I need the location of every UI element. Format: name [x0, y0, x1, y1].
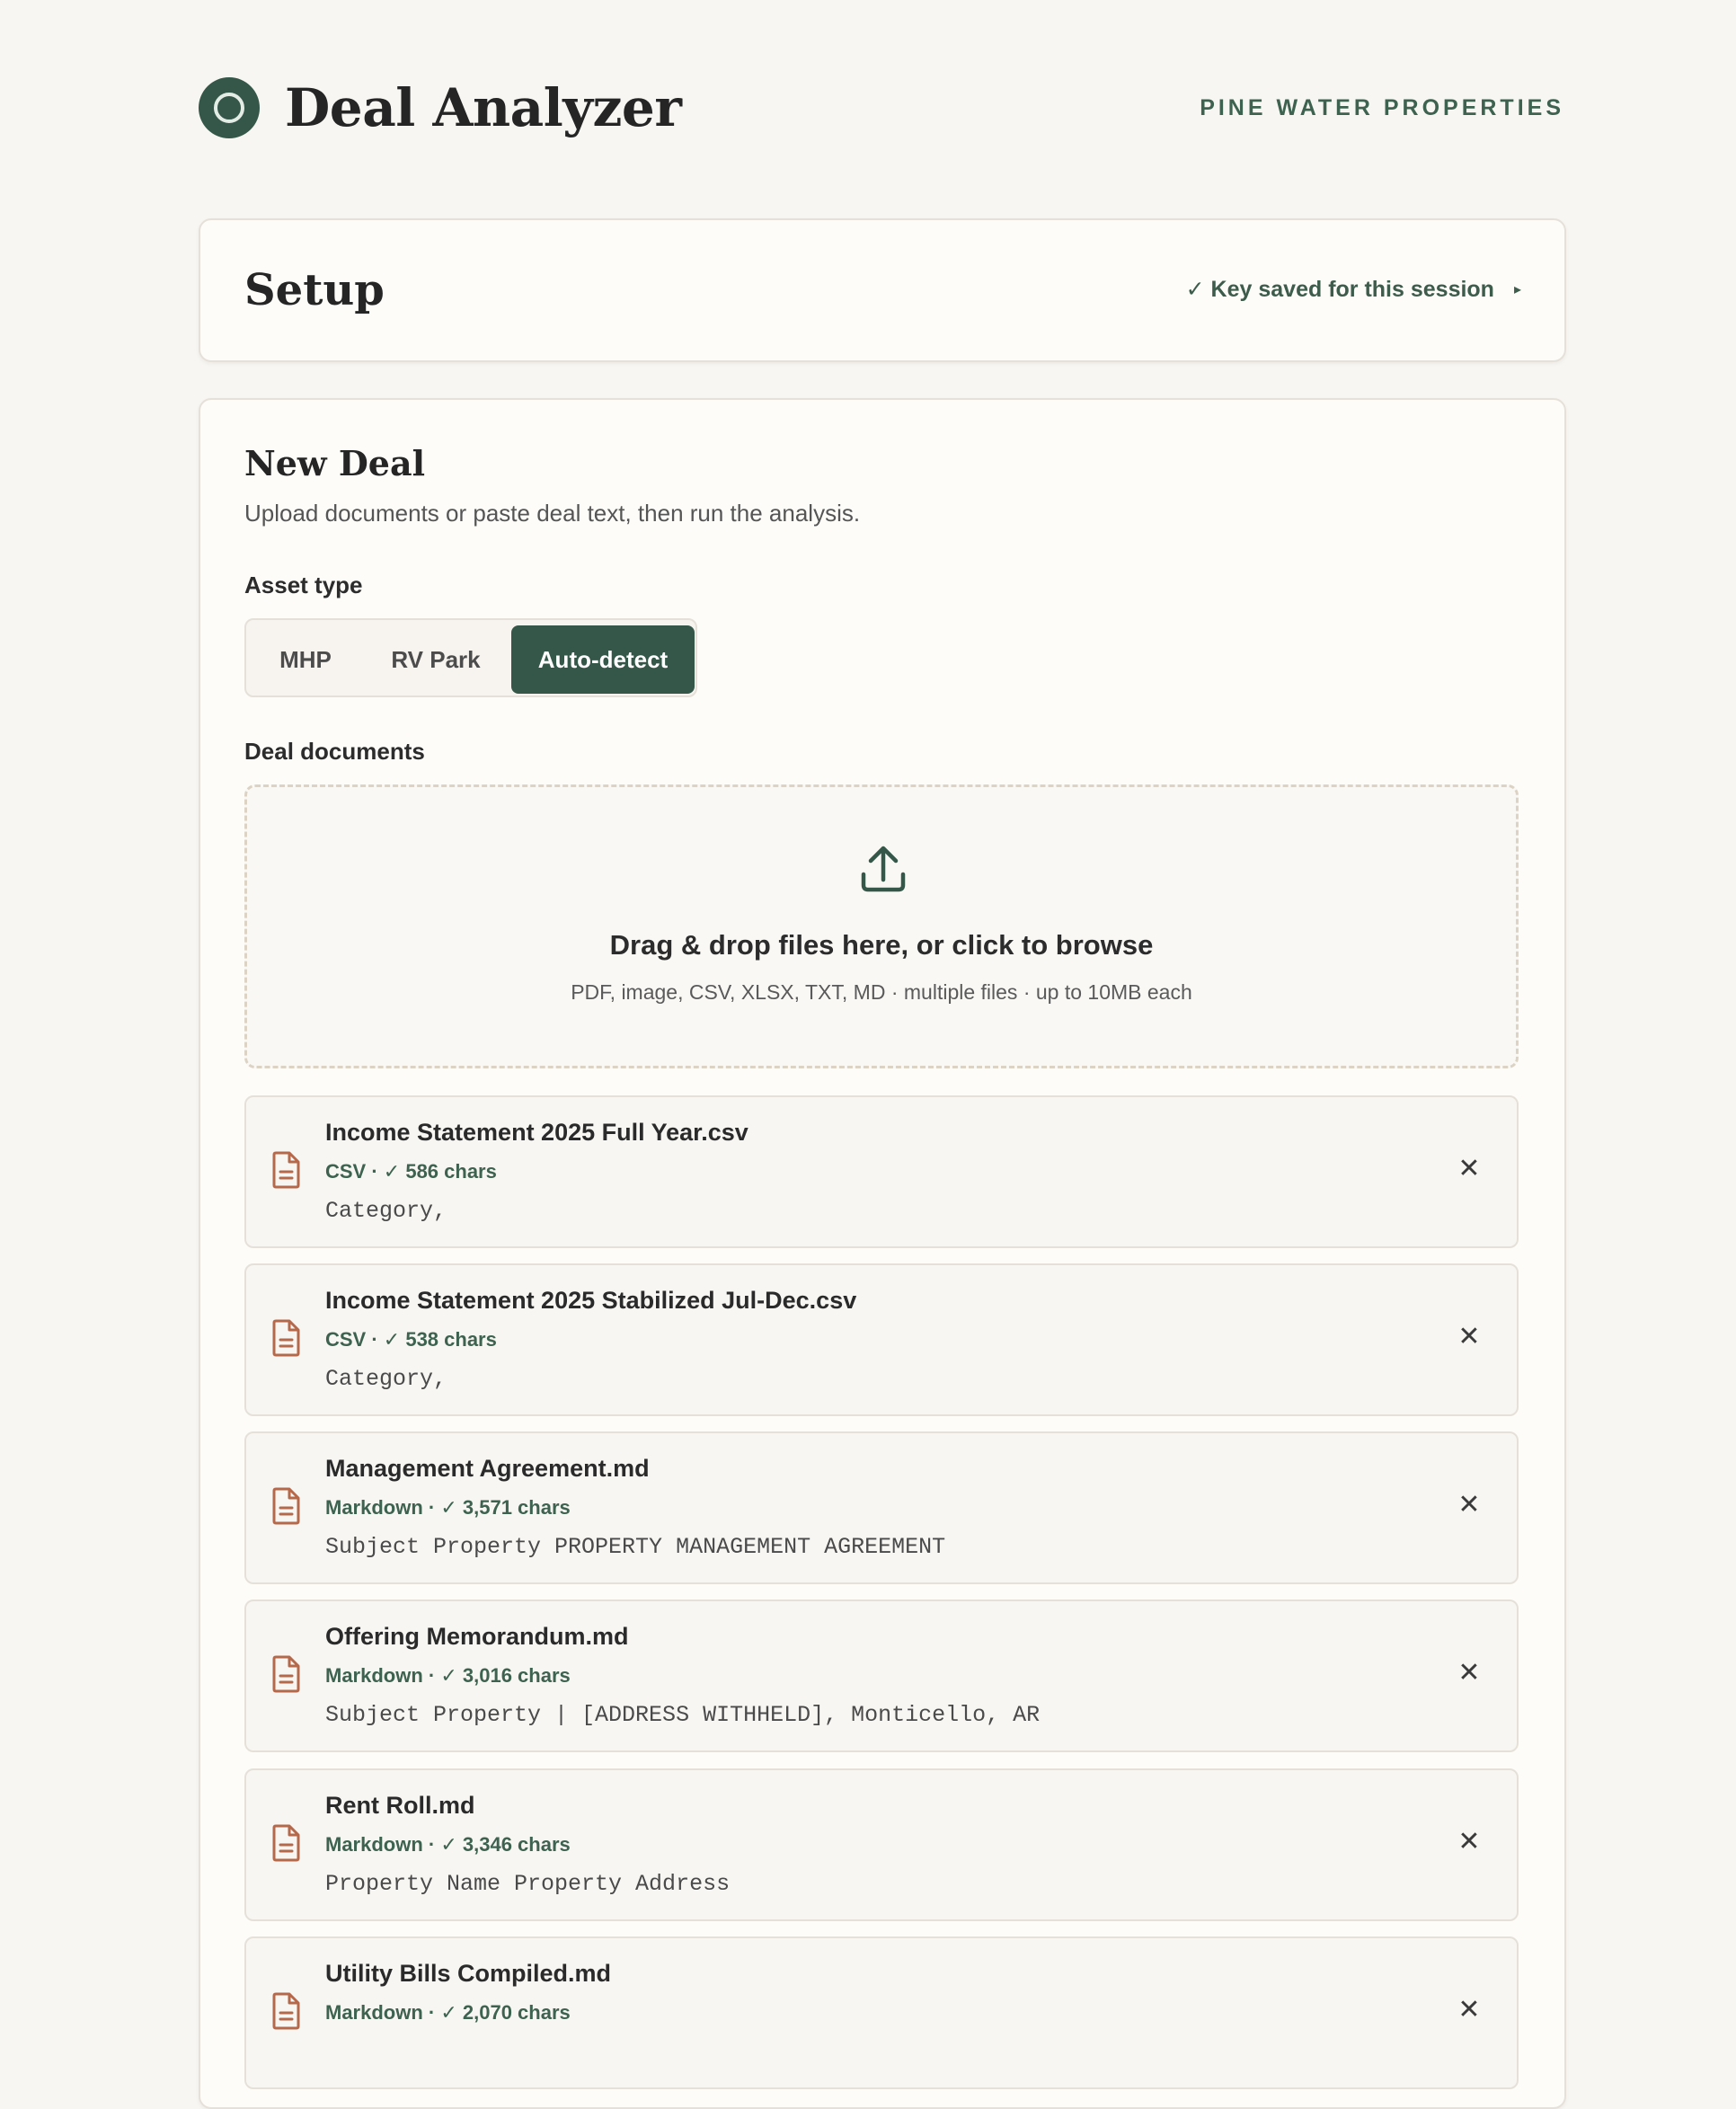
- file-icon: [272, 1824, 300, 1862]
- file-preview: Property Name Property Address: [325, 1871, 731, 1897]
- file-preview: Subject Property PROPERTY MANAGEMENT AGR…: [325, 1534, 946, 1560]
- asset-type-rv-park[interactable]: RV Park: [370, 625, 501, 694]
- file-meta: Markdown · ✓ 3,016 chars: [325, 1664, 571, 1687]
- setup-title: Setup: [244, 265, 385, 315]
- file-meta: Markdown · ✓ 3,346 chars: [325, 1833, 571, 1856]
- remove-file-button[interactable]: ✕: [1456, 1658, 1483, 1688]
- new-deal-title: New Deal: [244, 443, 426, 483]
- dropzone-hint: PDF, image, CSV, XLSX, TXT, MD · multipl…: [571, 980, 1192, 1004]
- key-status: ✓ Key saved for this session: [1185, 277, 1494, 302]
- file-name: Offering Memorandum.md: [325, 1623, 629, 1650]
- file-name: Income Statement 2025 Full Year.csv: [325, 1119, 748, 1146]
- remove-file-button[interactable]: ✕: [1456, 1490, 1483, 1520]
- file-meta: CSV · ✓ 586 chars: [325, 1160, 497, 1183]
- remove-file-button[interactable]: ✕: [1456, 1154, 1483, 1183]
- file-preview: Category,: [325, 1366, 447, 1392]
- new-deal-panel: New Deal Upload documents or paste deal …: [199, 398, 1566, 2109]
- company-name: PINE WATER PROPERTIES: [1200, 94, 1564, 120]
- file-preview: Subject Property | [ADDRESS WITHHELD], M…: [325, 1702, 1041, 1728]
- asset-type-mhp[interactable]: MHP: [262, 625, 349, 694]
- file-name: Rent Roll.md: [325, 1792, 475, 1819]
- file-meta: Markdown · ✓ 3,571 chars: [325, 1496, 571, 1519]
- asset-type-selector: MHP RV Park Auto-detect: [244, 618, 697, 697]
- file-preview: Category,: [325, 1198, 447, 1224]
- app-title: Deal Analyzer: [285, 77, 682, 138]
- asset-type-auto-detect[interactable]: Auto-detect: [511, 625, 695, 694]
- remove-file-button[interactable]: ✕: [1456, 1995, 1483, 2025]
- file-icon: [272, 1655, 300, 1693]
- setup-toggle[interactable]: ✓ Key saved for this session ▸: [1186, 276, 1521, 303]
- file-meta: CSV · ✓ 538 chars: [325, 1328, 497, 1351]
- upload-icon: [861, 846, 906, 892]
- file-meta: Markdown · ✓ 2,070 chars: [325, 2001, 571, 2024]
- file-name: Utility Bills Compiled.md: [325, 1960, 612, 1987]
- file-name: Management Agreement.md: [325, 1455, 650, 1482]
- remove-file-button[interactable]: ✕: [1456, 1322, 1483, 1351]
- file-name: Income Statement 2025 Stabilized Jul-Dec…: [325, 1287, 857, 1314]
- deal-documents-label: Deal documents: [244, 738, 425, 765]
- file-item: Income Statement 2025 Stabilized Jul-Dec…: [244, 1263, 1519, 1416]
- file-item: Income Statement 2025 Full Year.csv CSV …: [244, 1095, 1519, 1248]
- file-item: Rent Roll.md Markdown · ✓ 3,346 chars Pr…: [244, 1768, 1519, 1921]
- file-dropzone[interactable]: Drag & drop files here, or click to brow…: [244, 784, 1519, 1068]
- logo: [199, 77, 260, 138]
- file-icon: [272, 1151, 300, 1189]
- dropzone-title: Drag & drop files here, or click to brow…: [609, 929, 1154, 961]
- setup-panel[interactable]: Setup ✓ Key saved for this session ▸: [199, 218, 1566, 362]
- file-icon: [272, 1319, 300, 1357]
- brand: Deal Analyzer: [199, 77, 682, 138]
- logo-ring: [214, 93, 244, 123]
- app-header: Deal Analyzer PINE WATER PROPERTIES: [199, 75, 1564, 140]
- file-item: Offering Memorandum.md Markdown · ✓ 3,01…: [244, 1599, 1519, 1752]
- file-item: Management Agreement.md Markdown · ✓ 3,5…: [244, 1431, 1519, 1584]
- new-deal-subtitle: Upload documents or paste deal text, the…: [244, 500, 861, 527]
- file-item: Utility Bills Compiled.md Markdown · ✓ 2…: [244, 1936, 1519, 2089]
- remove-file-button[interactable]: ✕: [1456, 1827, 1483, 1856]
- expand-caret-icon: ▸: [1513, 282, 1521, 297]
- file-icon: [272, 1487, 300, 1525]
- file-icon: [272, 1992, 300, 2030]
- asset-type-label: Asset type: [244, 572, 363, 598]
